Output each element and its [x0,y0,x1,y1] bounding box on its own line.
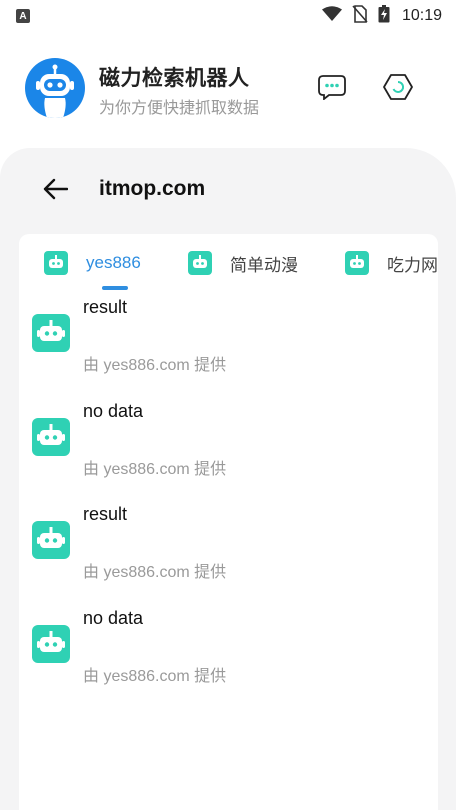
chat-bubble-icon [317,74,347,105]
notification-a-icon: A [16,9,30,23]
app-header: 磁力检索机器人 为你方便快捷抓取数据 [0,50,456,124]
item-source: 由 yes886.com 提供 [83,460,227,478]
item-title: result [83,297,128,317]
bot-icon [32,417,70,456]
wifi-icon [321,5,342,27]
back-button[interactable] [40,176,70,206]
tab-label: yes886 [86,253,141,272]
tab-simple-anime[interactable]: 简单动漫 [188,248,298,278]
status-time: 10:19 [401,7,442,24]
item-source: 由 yes886.com 提供 [83,667,227,685]
active-tab-indicator [102,286,128,290]
list-item[interactable]: result 由 yes886.com 提供 [19,501,438,605]
chat-button[interactable] [317,74,347,104]
list-item[interactable]: no data 由 yes886.com 提供 [19,398,438,502]
results-list: result 由 yes886.com 提供 no data 由 yes886.… [19,294,438,708]
list-item[interactable]: no data 由 yes886.com 提供 [19,605,438,709]
main-panel: itmop.com yes886 简单动漫 吃力网 result 由 yes88… [0,148,456,810]
item-title: result [83,504,128,524]
arrow-left-icon [42,178,69,205]
list-item[interactable]: result 由 yes886.com 提供 [19,294,438,398]
source-tabs: yes886 简单动漫 吃力网 [19,234,438,294]
battery-charging-icon [378,4,390,28]
app-subtitle: 为你方便快捷抓取数据 [99,100,260,117]
bot-icon [44,251,68,275]
results-card: yes886 简单动漫 吃力网 result 由 yes886.com 提供 n… [19,234,438,810]
bot-icon [345,251,369,275]
status-bar: A 10:19 [0,0,456,32]
settings-button[interactable] [383,73,413,106]
page-title: itmop.com [99,177,206,200]
tab-yes886[interactable]: yes886 [44,248,141,278]
tab-label: 简单动漫 [230,255,298,275]
item-title: no data [83,400,144,421]
settings-hexagon-icon [383,73,413,106]
item-source: 由 yes886.com 提供 [83,564,227,581]
bot-icon [32,314,70,352]
bot-icon [32,624,70,663]
app-title: 磁力检索机器人 [99,67,250,90]
item-source: 由 yes886.com 提供 [83,357,227,374]
bot-icon [188,251,212,275]
bot-icon [32,521,70,559]
no-sim-icon [352,4,368,28]
item-title: no data [83,607,144,628]
tab-chili[interactable]: 吃力网 [345,248,438,278]
robot-avatar [25,58,85,118]
tab-label: 吃力网 [387,255,438,275]
